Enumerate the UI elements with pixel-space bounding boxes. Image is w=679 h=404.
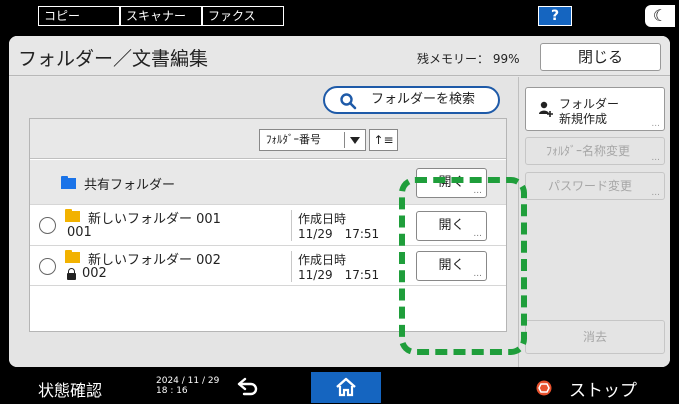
status-check-button[interactable]: 状態確認 [38, 377, 102, 401]
folder-name-002: 新しいフォルダー 002 [88, 253, 221, 268]
search-folder-button[interactable]: フォルダーを検索 [323, 86, 500, 114]
more-dots: ... [651, 153, 660, 163]
radio-select-002[interactable] [39, 258, 56, 275]
folder-edit-panel: フォルダー／文書編集 残メモリー： 99% 閉じる フォルダーを検索 ﾌｫﾙﾀﾞ… [9, 36, 670, 367]
stop-icon [536, 380, 552, 396]
folder-name-001: 新しいフォルダー 001 [88, 212, 221, 227]
more-dots: ... [651, 119, 660, 129]
close-button[interactable]: 閉じる [540, 43, 661, 71]
sort-order-button[interactable]: ↑≡ [369, 129, 398, 151]
created-date-value: 11/29 17:51 [298, 268, 380, 282]
lock-icon [67, 268, 76, 280]
highlight-dashed-outline [399, 177, 527, 355]
bottom-bar: 状態確認 2024 / 11 / 29 18 : 16 ストップ [0, 371, 679, 404]
shared-folder-name: 共有フォルダー [84, 178, 176, 193]
add-user-icon [539, 101, 553, 117]
stop-label: ストップ [569, 381, 637, 401]
tab-copy[interactable]: コピー [38, 6, 120, 26]
date-text: 2024 / 11 / 29 [156, 376, 220, 386]
change-password-button[interactable]: パスワード変更 ... [525, 172, 665, 200]
memory-remaining-label: 残メモリー： 99% [417, 52, 520, 66]
search-folder-label: フォルダーを検索 [371, 92, 476, 107]
energy-saver-moon-icon[interactable]: ☾ [645, 5, 675, 27]
time-text: 18 : 16 [156, 386, 188, 396]
folder-icon [65, 250, 80, 263]
stop-button[interactable]: ストップ [536, 375, 676, 401]
sort-select[interactable]: ﾌｫﾙﾀﾞｰ番号 [259, 129, 366, 151]
panel-header: フォルダー／文書編集 残メモリー： 99% 閉じる [9, 36, 670, 76]
rename-folder-label: ﾌｫﾙﾀﾞｰ名称変更 [546, 144, 631, 158]
sort-divider [344, 132, 345, 148]
list-header: ﾌｫﾙﾀﾞｰ番号 ↑≡ [30, 119, 506, 159]
folder-number-001: 001 [67, 225, 92, 240]
more-dots: ... [651, 188, 660, 198]
chevron-down-icon [350, 137, 360, 144]
home-icon [336, 377, 356, 397]
date-time-display: 2024 / 11 / 29 18 : 16 [156, 376, 219, 396]
folder-number-002: 002 [82, 266, 107, 281]
rename-folder-button[interactable]: ﾌｫﾙﾀﾞｰ名称変更 ... [525, 137, 665, 165]
new-folder-button[interactable]: フォルダー 新規作成 ... [525, 87, 665, 131]
content-area: フォルダーを検索 ﾌｫﾙﾀﾞｰ番号 ↑≡ 共有フォルダー 開く ... 新しいフ… [9, 77, 670, 367]
page-title: フォルダー／文書編集 [18, 48, 209, 70]
delete-button[interactable]: 消去 [525, 320, 665, 354]
sort-select-value: ﾌｫﾙﾀﾞｰ番号 [266, 133, 321, 146]
shared-folder-icon [61, 176, 76, 189]
change-password-label: パスワード変更 [548, 179, 633, 193]
radio-select-001[interactable] [39, 217, 56, 234]
created-date-value: 11/29 17:51 [298, 227, 380, 241]
top-bar: コピー スキャナー ファクス ? ☾ [0, 0, 679, 32]
folder-icon [65, 209, 80, 222]
help-button[interactable]: ? [538, 6, 572, 26]
back-arrow-icon[interactable] [234, 375, 260, 399]
search-icon [340, 93, 357, 110]
tab-fax[interactable]: ファクス [202, 6, 284, 26]
new-folder-label-line2: 新規作成 [559, 112, 608, 126]
tab-scanner[interactable]: スキャナー [120, 6, 202, 26]
column-divider [291, 210, 292, 241]
home-button[interactable] [311, 372, 381, 403]
column-divider [291, 251, 292, 282]
